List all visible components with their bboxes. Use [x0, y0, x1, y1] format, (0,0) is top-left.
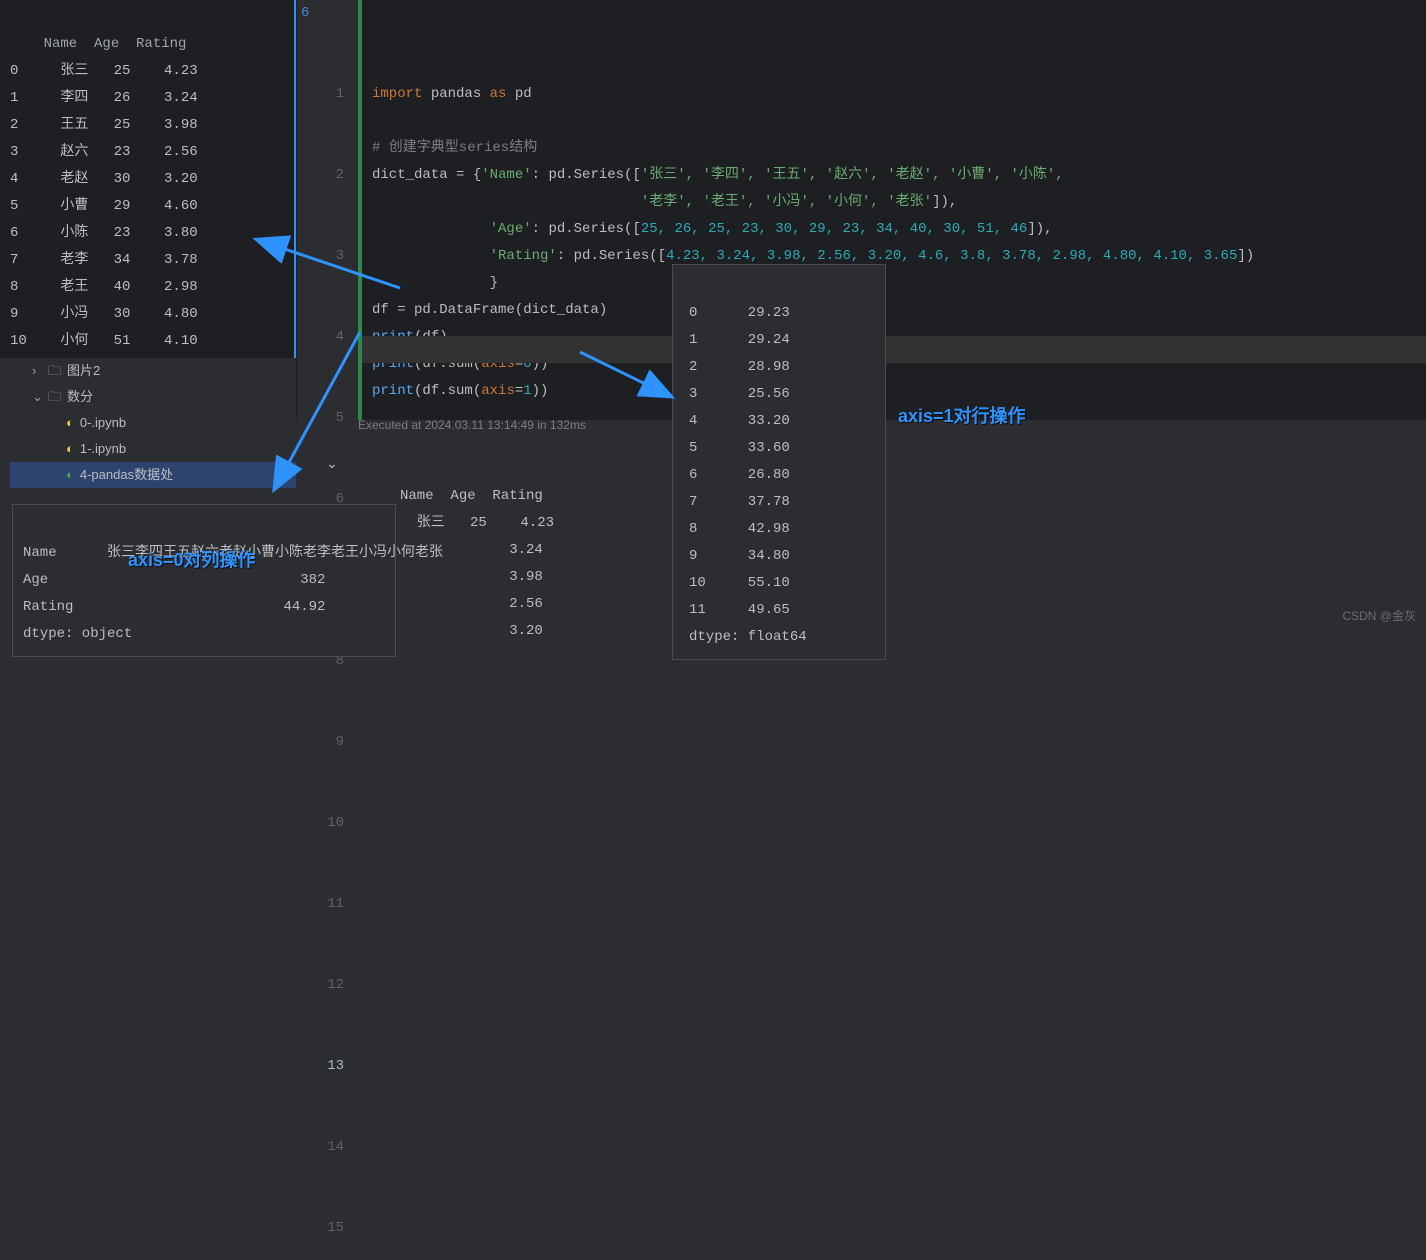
tree-label: 1-.ipynb	[80, 436, 126, 462]
cell-marker: 6	[301, 0, 309, 27]
folder-icon: 🗀	[48, 384, 61, 410]
code-editor[interactable]: import pandas as pd # 创建字典型series结构 dict…	[358, 0, 1426, 420]
line-number: 15	[297, 1215, 344, 1242]
df-row: 1 李四 26 3.24	[10, 90, 198, 106]
axis0-line: dtype: object	[23, 626, 132, 642]
axis1-line: dtype: float64	[689, 629, 807, 645]
current-line-highlight	[362, 336, 1426, 363]
tree-folder-pics[interactable]: ›🗀图片2	[10, 358, 296, 384]
axis1-line: 10 55.10	[689, 575, 790, 591]
df-row: 8 老王 40 2.98	[10, 279, 198, 295]
notebook-icon: ◐	[66, 436, 74, 462]
line-number: 10	[297, 810, 344, 837]
axis1-line: 0 29.23	[689, 305, 790, 321]
df-row: 4 老赵 30 3.20	[10, 171, 198, 187]
file-tree[interactable]: ›🗀图片2 ⌄🗀数分 ◐0-.ipynb ◐1-.ipynb ◐4-pandas…	[0, 358, 296, 488]
axis1-line: 1 29.24	[689, 332, 790, 348]
axis0-line: Rating 44.92	[23, 599, 325, 615]
axis0-line: Age 382	[23, 572, 325, 588]
axis1-line: 8 42.98	[689, 521, 790, 537]
line-number: 12	[297, 972, 344, 999]
folder-icon: 🗀	[48, 358, 61, 384]
df-row: 9 小冯 30 4.80	[10, 306, 198, 322]
chevron-down-icon: ⌄	[32, 384, 42, 410]
axis1-result-box: 0 29.23 1 29.24 2 28.98 3 25.56 4 33.20 …	[672, 264, 886, 660]
annotation-axis1: axis=1对行操作	[898, 402, 1026, 428]
line-number-current: 13	[297, 1053, 344, 1080]
tree-file-active[interactable]: ◐4-pandas数据处	[10, 462, 296, 488]
line-number: 2	[297, 162, 344, 189]
execution-status: Executed at 2024.03.11 13:14:49 in 132ms	[358, 418, 586, 432]
axis1-line: 6 26.80	[689, 467, 790, 483]
tree-label: 0-.ipynb	[80, 410, 126, 436]
watermark: CSDN @金灰	[1342, 607, 1416, 624]
line-gutter[interactable]: 6 1 2 3 4 5 6 7 8 9 10 11 12 13 14 15	[296, 0, 358, 420]
line-number: 11	[297, 891, 344, 918]
axis1-line: 4 33.20	[689, 413, 790, 429]
line-number: 14	[297, 1134, 344, 1161]
line-number: 4	[297, 324, 344, 351]
tree-folder-math[interactable]: ⌄🗀数分	[10, 384, 296, 410]
df-header: Name Age Rating	[10, 36, 186, 52]
notebook-icon: ◐	[66, 410, 74, 436]
axis1-line: 3 25.56	[689, 386, 790, 402]
chevron-right-icon: ›	[32, 358, 42, 384]
tree-file[interactable]: ◐0-.ipynb	[10, 410, 296, 436]
line-number: 3	[297, 243, 344, 270]
axis1-line: 7 37.78	[689, 494, 790, 510]
df-row: 0 张三 25 4.23	[10, 63, 198, 79]
axis1-line: 9 34.80	[689, 548, 790, 564]
tree-label: 图片2	[67, 358, 100, 384]
df-row: 5 小曹 29 4.60	[10, 198, 198, 214]
df-row: 10 小何 51 4.10	[10, 333, 198, 349]
axis0-result-box: Name 张三李四王五赵六老赵小曹小陈老李老王小冯小何老张 Age 382 Ra…	[12, 504, 396, 657]
dataframe-output-panel: Name Age Rating 0 张三 25 4.23 1 李四 26 3.2…	[0, 0, 296, 360]
line-number: 1	[297, 81, 344, 108]
tree-label: 4-pandas数据处	[80, 462, 173, 488]
notebook-icon: ◐	[66, 462, 74, 488]
df-row: 7 老李 34 3.78	[10, 252, 198, 268]
axis1-line: 2 28.98	[689, 359, 790, 375]
annotation-axis0: axis=0对列操作	[128, 546, 256, 572]
axis1-line: 11 49.65	[689, 602, 790, 618]
collapse-output-icon[interactable]: ⌄	[326, 456, 338, 473]
axis1-line: 5 33.60	[689, 440, 790, 456]
tree-label: 数分	[67, 384, 93, 410]
df-row: 3 赵六 23 2.56	[10, 144, 198, 160]
line-number: 9	[297, 729, 344, 756]
tree-file[interactable]: ◐1-.ipynb	[10, 436, 296, 462]
df-row: 6 小陈 23 3.80	[10, 225, 198, 241]
line-number: 5	[297, 405, 344, 432]
df-row: 2 王五 25 3.98	[10, 117, 198, 133]
